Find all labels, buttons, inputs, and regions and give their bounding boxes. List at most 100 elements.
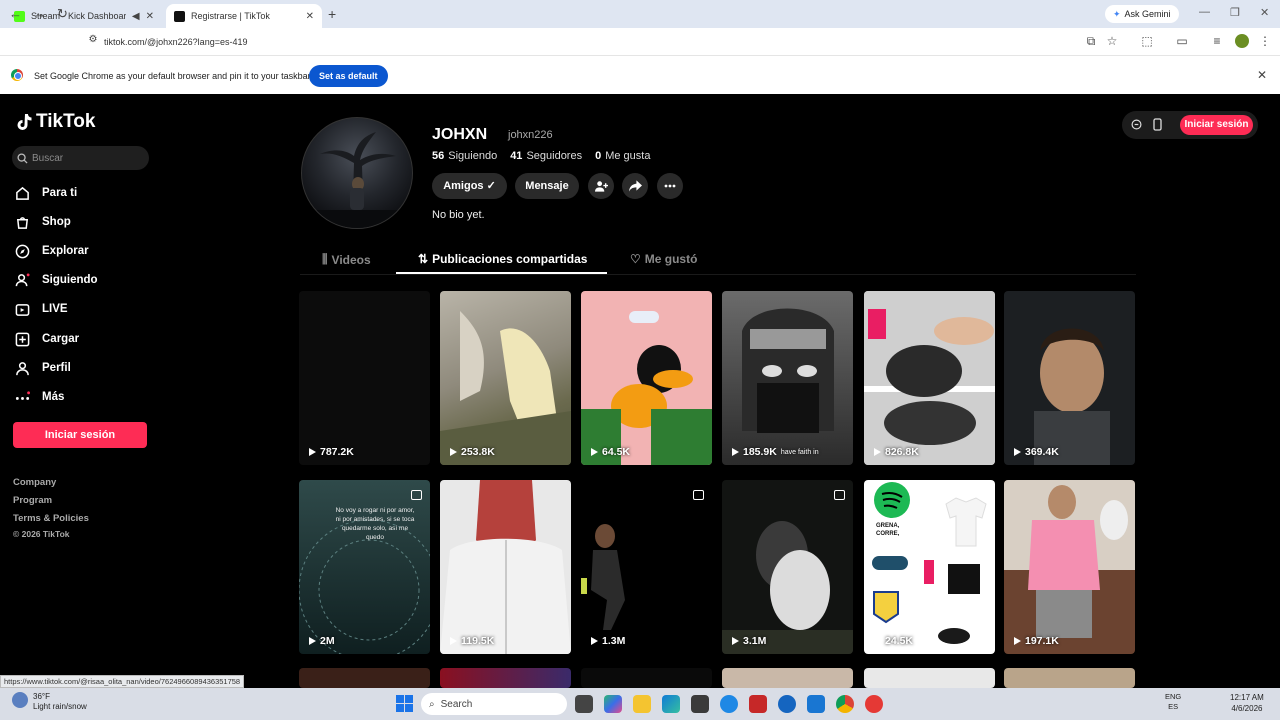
tab-close-icon[interactable]: ✕ <box>146 11 154 22</box>
tab-videos[interactable]: ⫼ Videos <box>322 252 371 267</box>
footer-link-company[interactable]: Company <box>13 477 56 488</box>
video-tile[interactable]: 3.1M <box>722 480 853 654</box>
mcafee-icon[interactable] <box>749 695 767 713</box>
sidebar-login-button[interactable]: Iniciar sesión <box>13 422 147 448</box>
store-icon[interactable] <box>691 695 709 713</box>
share-button[interactable] <box>622 173 648 199</box>
chrome-menu-icon[interactable]: ⋮ <box>1258 34 1272 48</box>
sidebar-item-para-ti[interactable]: Para ti <box>15 182 77 204</box>
tab-shared-posts[interactable]: ⇅ Publicaciones compartidas <box>418 252 587 266</box>
footer-copyright: © 2026 TikTok <box>13 529 70 539</box>
view-count: 787.2K <box>309 446 354 458</box>
tab-title: Registrarse | TikTok <box>191 11 270 21</box>
reload-button[interactable]: ↻ <box>57 6 68 22</box>
sidebar-item-perfil[interactable]: Perfil <box>15 357 71 379</box>
ask-gemini-button[interactable]: ✦ Ask Gemini <box>1105 5 1179 23</box>
copilot-icon[interactable] <box>604 695 622 713</box>
tab-label: Publicaciones compartidas <box>432 252 588 266</box>
video-tile[interactable]: 826.8K <box>864 291 995 465</box>
sidebar-item-shop[interactable]: Shop <box>15 211 71 233</box>
thumbnail-anime-redhair <box>440 480 571 654</box>
video-tile[interactable]: 185.9K have faith in <box>722 291 853 465</box>
infobar-message: Set Google Chrome as your default browse… <box>34 71 311 81</box>
help-icon[interactable] <box>720 695 738 713</box>
window-close-button[interactable]: ✕ <box>1260 6 1269 19</box>
video-tile[interactable] <box>299 668 430 688</box>
hp-icon[interactable] <box>778 695 796 713</box>
video-caption: have faith in <box>780 448 819 456</box>
view-count: 826.8K <box>874 446 919 458</box>
bookmark-star-icon[interactable]: ☆ <box>1105 34 1119 48</box>
weather-widget[interactable]: 36°F Light rain/snow <box>12 692 87 712</box>
tab-label: Videos <box>331 252 371 267</box>
tab-liked[interactable]: ♡ Me gustó <box>630 252 697 266</box>
site-info-icon[interactable]: ⚙ <box>86 34 100 48</box>
header-login-button[interactable]: Iniciar sesión <box>1180 115 1253 135</box>
video-tile[interactable] <box>864 668 995 688</box>
more-options-button[interactable] <box>657 173 683 199</box>
file-explorer-icon[interactable] <box>633 695 651 713</box>
new-tab-button[interactable]: + <box>328 6 336 22</box>
video-tile[interactable] <box>722 668 853 688</box>
maximize-button[interactable]: ❐ <box>1230 6 1240 19</box>
reading-list-icon[interactable]: ≡ <box>1210 34 1224 48</box>
coins-icon[interactable] <box>1131 119 1142 130</box>
video-tile[interactable]: 197.1K <box>1004 480 1135 654</box>
sidebar-item-explorar[interactable]: Explorar <box>15 240 89 262</box>
chrome-taskbar-icon[interactable] <box>836 695 854 713</box>
search-input[interactable]: Buscar <box>12 146 149 170</box>
thumbnail-man-car <box>1034 328 1110 465</box>
infobar-close-icon[interactable]: ✕ <box>1257 68 1267 82</box>
video-tile[interactable]: 64.5K <box>581 291 712 465</box>
app-icon[interactable] <box>865 695 883 713</box>
minimize-button[interactable]: — <box>1199 6 1210 18</box>
footer-link-program[interactable]: Program <box>13 495 52 506</box>
friends-button[interactable]: Amigos ✓ <box>432 173 507 199</box>
mail-icon[interactable] <box>807 695 825 713</box>
taskbar-clock[interactable]: 12:17 AM 4/6/2026 <box>1230 692 1264 714</box>
video-tile[interactable]: 119.5K <box>440 480 571 654</box>
sidebar-item-mas[interactable]: Más <box>15 386 64 408</box>
sidebar-item-live[interactable]: LIVE <box>15 298 68 320</box>
tab-close-icon[interactable]: ✕ <box>306 11 314 22</box>
tab-audio-icon[interactable]: ◀ <box>132 11 140 22</box>
video-tile[interactable]: GRENA, CORRE, 24.5K <box>864 480 995 654</box>
thumbnail-dancer <box>581 524 625 630</box>
video-tile[interactable]: 253.8K <box>440 291 571 465</box>
set-as-default-button[interactable]: Set as default <box>309 65 388 87</box>
sidebar-item-siguiendo[interactable]: Siguiendo <box>15 269 98 291</box>
following-stat[interactable]: 56 Siguiendo <box>432 150 497 162</box>
video-tile[interactable]: 1.3M <box>581 480 712 654</box>
tab-tiktok-register[interactable]: Registrarse | TikTok ✕ <box>166 4 322 28</box>
add-friend-button[interactable] <box>588 173 614 199</box>
tiktok-logo[interactable]: TikTok <box>16 111 95 133</box>
view-count: 64.5K <box>591 446 630 458</box>
edge-icon[interactable] <box>662 695 680 713</box>
windows-start-icon[interactable] <box>396 695 413 712</box>
followers-stat[interactable]: 41 Seguidores <box>510 150 582 162</box>
extensions-icon[interactable]: ⬚ <box>1140 34 1154 48</box>
tab-kick-dashboard[interactable]: Stream - Kick Dashboard ◀ ✕ <box>6 4 162 28</box>
profile-avatar-icon[interactable] <box>1235 34 1249 48</box>
video-tile[interactable]: No voy a rogar ni por amor, ni por amist… <box>299 480 430 654</box>
task-view-icon[interactable] <box>575 695 593 713</box>
sidebar-item-cargar[interactable]: Cargar <box>15 328 79 350</box>
video-tile[interactable]: 787.2K <box>299 291 430 465</box>
split-view-icon[interactable]: ▭ <box>1175 34 1189 48</box>
video-tile[interactable] <box>1004 668 1135 688</box>
install-app-icon[interactable]: ⧉ <box>1084 34 1098 48</box>
video-tile[interactable]: 369.4K <box>1004 291 1135 465</box>
get-app-icon[interactable] <box>1153 118 1162 131</box>
tab-divider <box>300 274 1136 275</box>
video-tile[interactable] <box>440 668 571 688</box>
profile-avatar[interactable] <box>301 117 413 229</box>
url-text[interactable]: tiktok.com/@johxn226?lang=es-419 <box>104 37 247 47</box>
back-button[interactable]: ← <box>9 6 22 21</box>
ellipsis-icon <box>664 184 676 188</box>
taskbar-search[interactable]: ⌕ Search <box>421 693 567 715</box>
message-button[interactable]: Mensaje <box>515 173 579 199</box>
compass-icon <box>15 244 30 259</box>
forward-button[interactable]: → <box>33 6 46 21</box>
video-tile[interactable] <box>581 668 712 688</box>
footer-link-terms[interactable]: Terms & Policies <box>13 513 89 524</box>
